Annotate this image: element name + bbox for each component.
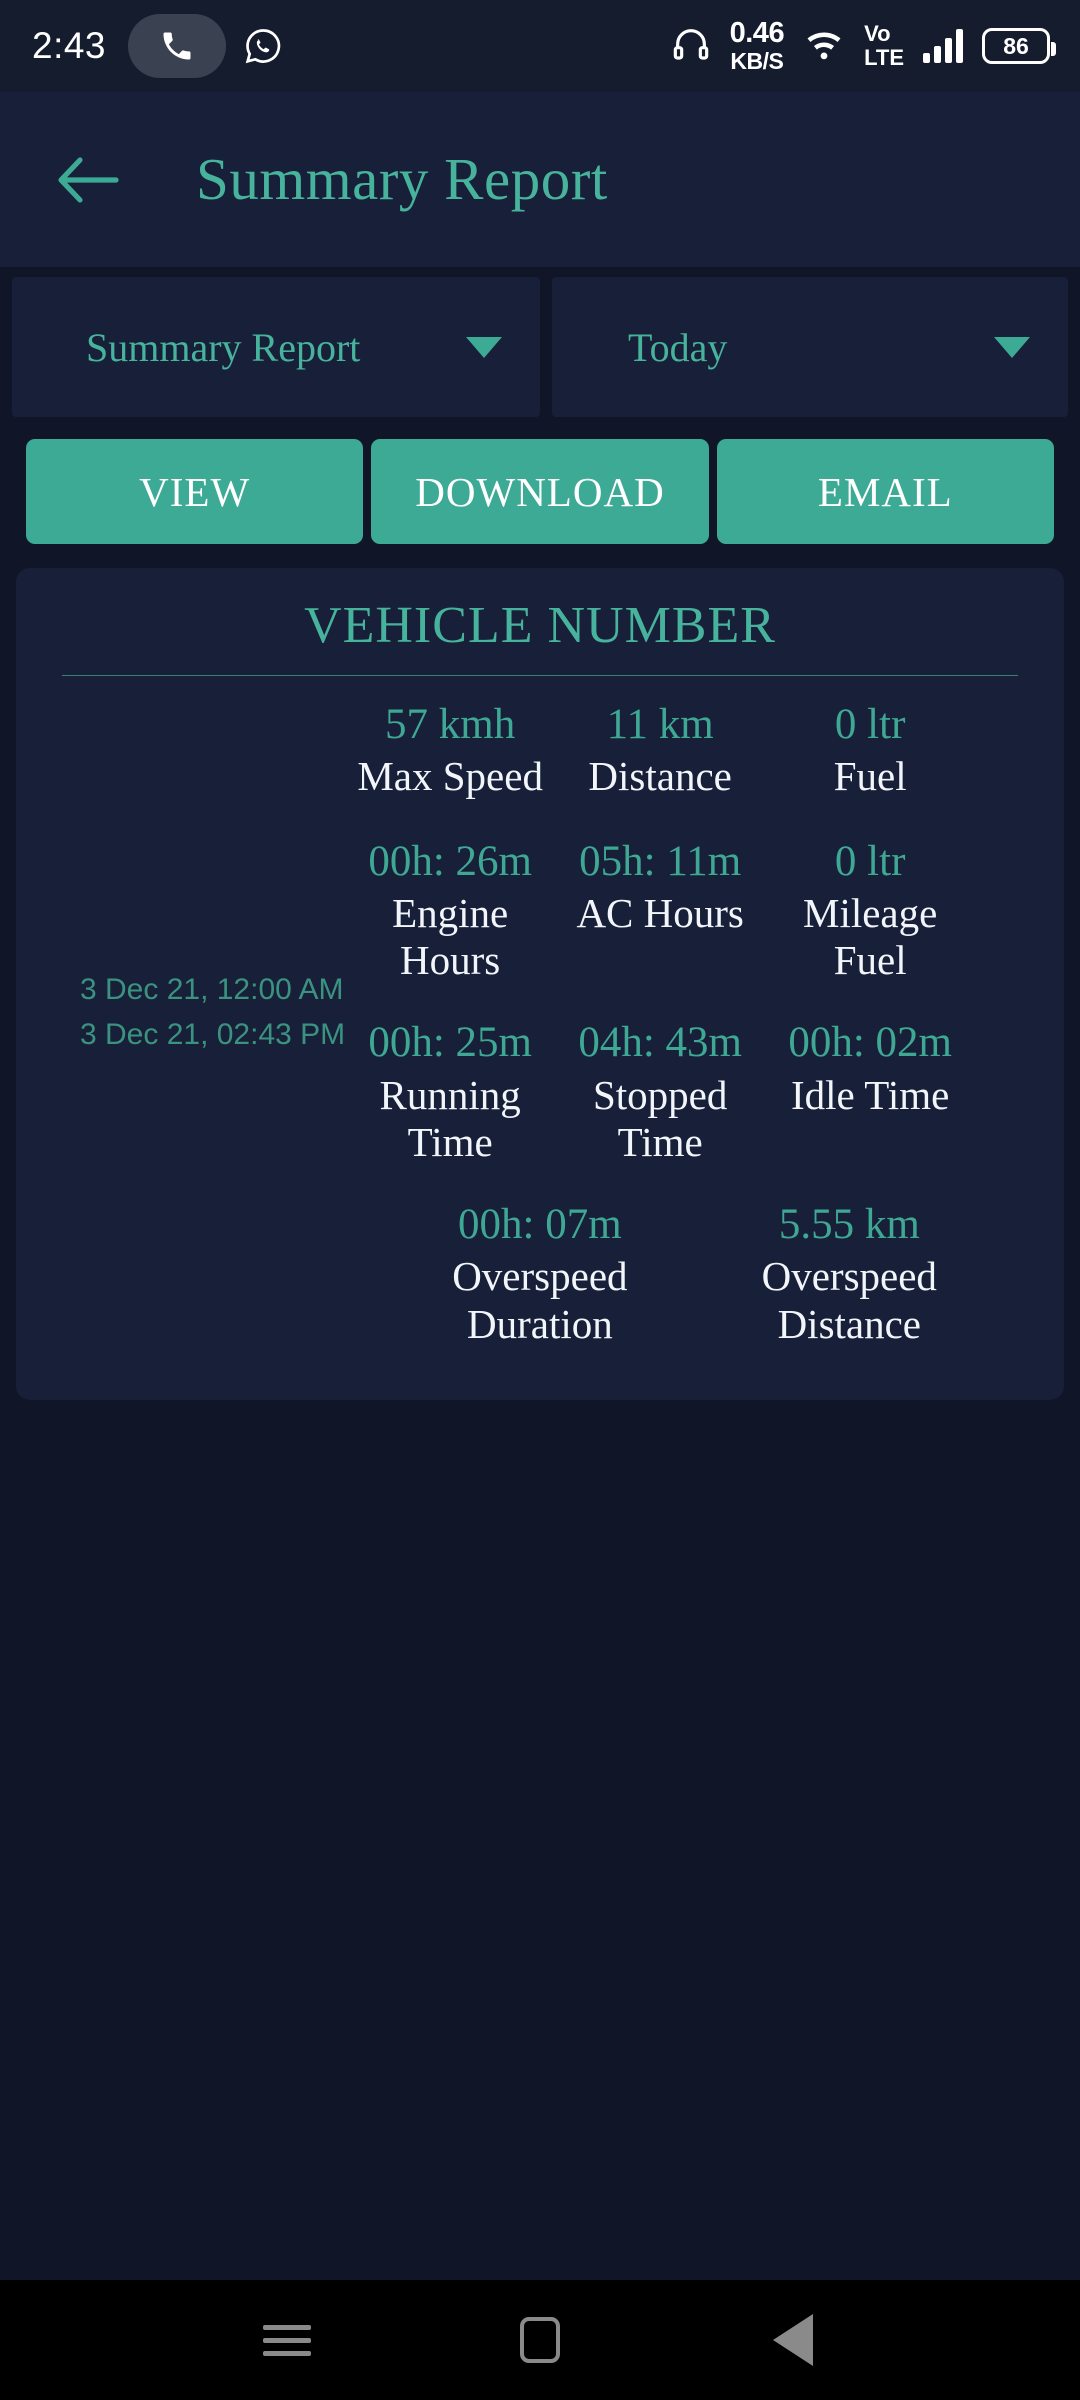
stat-distance: 11 km Distance [555, 700, 765, 801]
stat-row: 00h: 26m Engine Hours 05h: 11m AC Hours … [345, 837, 1064, 985]
whatsapp-icon[interactable] [244, 27, 282, 65]
stat-label: Max Speed [357, 753, 543, 800]
battery-icon: 86 [982, 28, 1056, 64]
vehicle-number-title: VEHICLE NUMBER [304, 597, 776, 654]
phone-icon[interactable] [128, 14, 227, 78]
volte-line-1: Vo [864, 21, 891, 46]
email-button[interactable]: EMAIL [716, 439, 1054, 544]
stat-label: Idle Time [790, 1071, 950, 1118]
back-triangle-icon[interactable] [738, 2285, 848, 2395]
stat-label: Running Time [379, 1071, 521, 1165]
network-speed-value: 0.46 [729, 17, 785, 49]
recents-icon[interactable] [232, 2285, 342, 2395]
report-type-value: Summary Report [86, 324, 361, 370]
stat-label: AC Hours [576, 890, 744, 937]
stat-label: Mileage Fuel [802, 890, 938, 984]
stat-max-speed: 57 kmh Max Speed [345, 700, 555, 801]
android-nav-bar [0, 2280, 1080, 2400]
stat-label: Stopped Time [592, 1071, 728, 1165]
volte-icon: Vo LTE [864, 23, 904, 69]
stat-value: 0 ltr [834, 837, 906, 885]
date-to: 3 Dec 21, 02:43 PM [80, 1017, 346, 1051]
stat-mileage-fuel: 0 ltr Mileage Fuel [765, 837, 975, 985]
stat-row: 00h: 25m Running Time 04h: 43m Stopped T… [345, 1018, 1064, 1166]
page-title: Summary Report [196, 146, 608, 212]
app-bar: Summary Report [0, 92, 1080, 267]
stat-running-time: 00h: 25m Running Time [345, 1018, 555, 1166]
stat-idle-time: 00h: 02m Idle Time [765, 1018, 975, 1166]
stat-value: 5.55 km [778, 1201, 920, 1249]
period-dropdown[interactable]: Today [552, 277, 1068, 417]
status-bar-right: 0.46 KB/S Vo LTE 86 [671, 17, 1056, 74]
stat-ac-hours: 05h: 11m AC Hours [555, 837, 765, 985]
stat-value: 11 km [606, 701, 714, 748]
stat-fuel: 0 ltr Fuel [765, 700, 975, 801]
status-bar: 2:43 0.46 KB/S Vo LTE 86 [0, 0, 1080, 92]
battery-level: 86 [1003, 32, 1029, 59]
date-range: 3 Dec 21, 12:00 AM 3 Dec 21, 02:43 PM [16, 676, 345, 1348]
stat-value: 05h: 11m [579, 837, 742, 885]
back-arrow-icon[interactable] [52, 144, 124, 216]
view-button[interactable]: VIEW [26, 439, 364, 544]
report-card: VEHICLE NUMBER 3 Dec 21, 12:00 AM 3 Dec … [16, 568, 1064, 1400]
stat-overspeed-duration: 00h: 07m Overspeed Duration [385, 1200, 694, 1348]
stat-value: 00h: 02m [788, 1019, 952, 1067]
stat-value: 00h: 26m [368, 837, 532, 885]
stat-overspeed-distance: 5.55 km Overspeed Distance [695, 1200, 1004, 1348]
filter-row: Summary Report Today [0, 277, 1080, 417]
network-speed-unit: KB/S [730, 48, 784, 74]
download-button[interactable]: DOWNLOAD [371, 439, 709, 544]
home-icon[interactable] [485, 2285, 595, 2395]
network-speed: 0.46 KB/S [729, 17, 785, 74]
stat-row: 57 kmh Max Speed 11 km Distance 0 ltr Fu… [345, 700, 1064, 801]
status-bar-left: 2:43 [32, 14, 282, 78]
stat-label: Distance [588, 753, 732, 800]
action-button-row: VIEW DOWNLOAD EMAIL [0, 439, 1080, 544]
stat-value: 00h: 07m [458, 1201, 622, 1249]
stat-value: 04h: 43m [578, 1019, 742, 1067]
stat-label: Overspeed Duration [452, 1253, 628, 1347]
report-type-dropdown[interactable]: Summary Report [12, 277, 540, 417]
phone-screen: 2:43 0.46 KB/S Vo LTE 86 Summary Report … [0, 0, 1080, 2400]
stat-label: Overspeed Distance [761, 1253, 937, 1347]
stat-label: Fuel [833, 753, 907, 800]
stat-row: 00h: 07m Overspeed Duration 5.55 km Over… [345, 1200, 1064, 1348]
chevron-down-icon [466, 336, 502, 358]
content-filler [0, 1400, 1080, 2280]
chevron-down-icon [994, 336, 1030, 358]
headset-icon [671, 24, 711, 69]
signal-bars-icon [923, 29, 963, 63]
stat-stopped-time: 04h: 43m Stopped Time [555, 1018, 765, 1166]
stat-value: 57 kmh [385, 701, 516, 748]
stat-value: 00h: 25m [368, 1019, 532, 1067]
volte-line-2: LTE [864, 45, 904, 70]
stats-grid: 57 kmh Max Speed 11 km Distance 0 ltr Fu… [345, 676, 1064, 1348]
date-from: 3 Dec 21, 12:00 AM [80, 972, 344, 1006]
wifi-icon [803, 27, 845, 66]
status-clock: 2:43 [32, 25, 107, 66]
stat-engine-hours: 00h: 26m Engine Hours [345, 837, 555, 985]
stat-value: 0 ltr [834, 701, 906, 748]
stat-label: Engine Hours [392, 890, 509, 984]
card-body: 3 Dec 21, 12:00 AM 3 Dec 21, 02:43 PM 57… [16, 676, 1064, 1348]
period-value: Today [628, 324, 728, 370]
